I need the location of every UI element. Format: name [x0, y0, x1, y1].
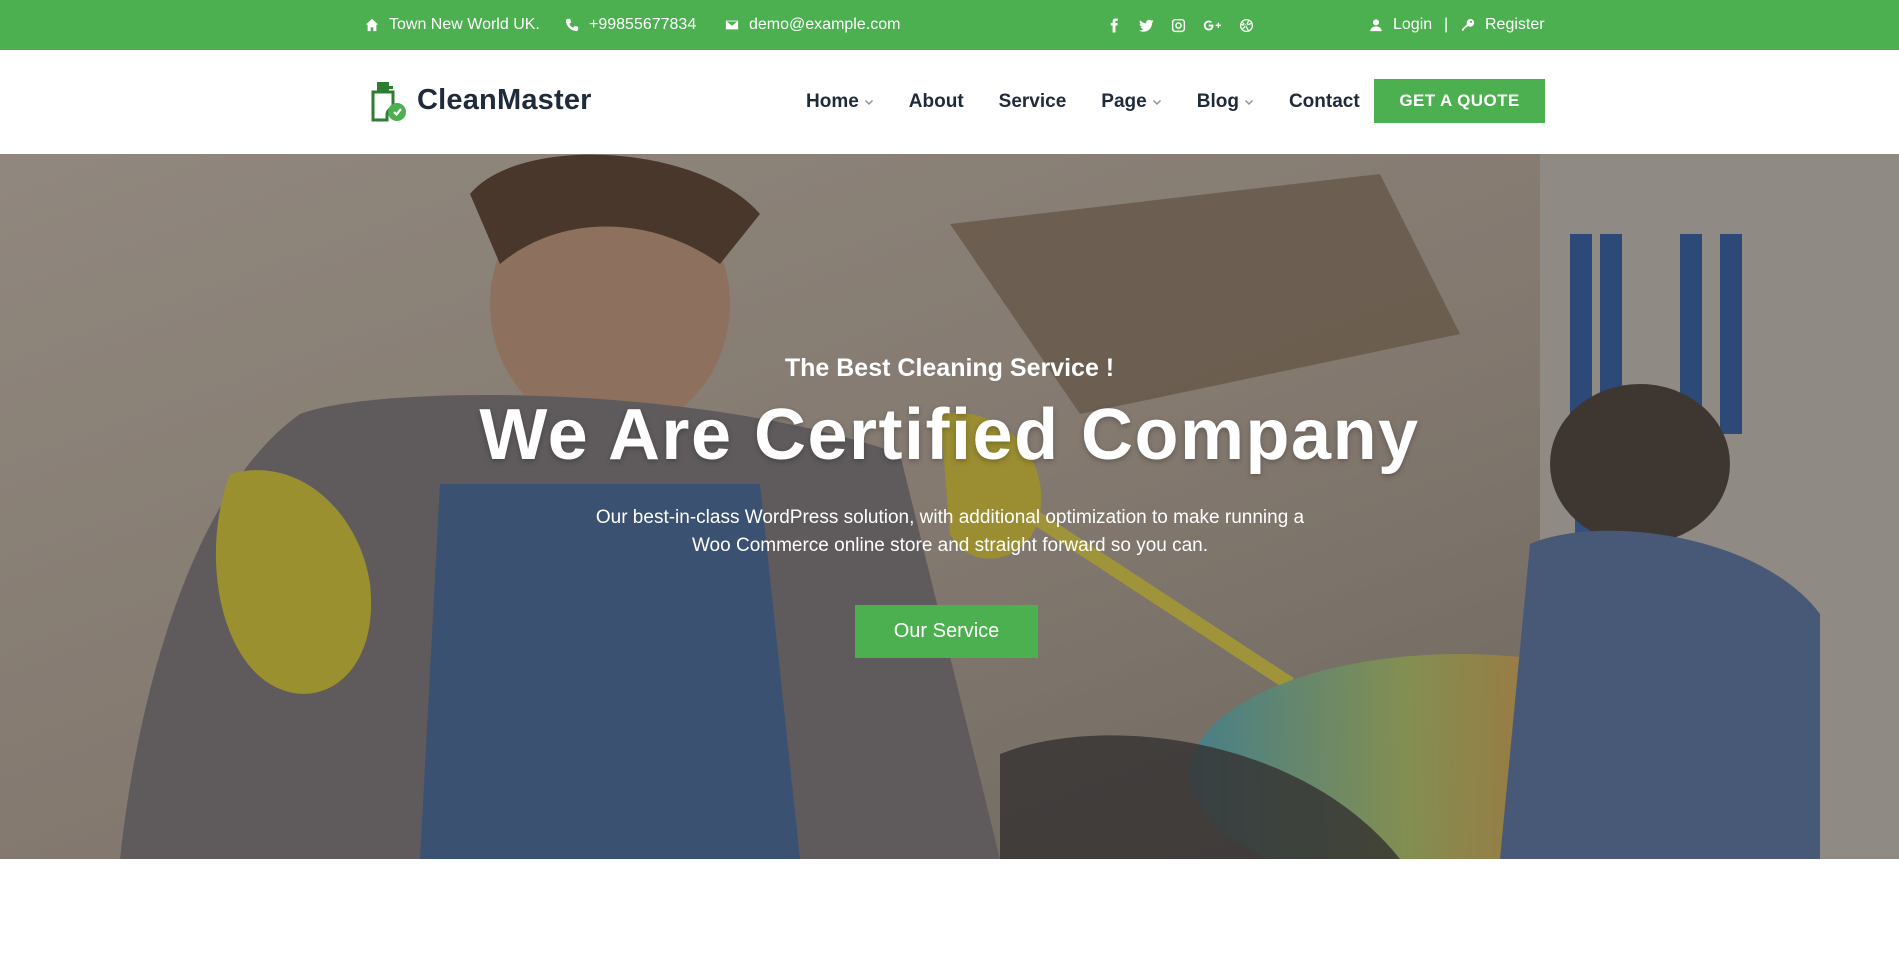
google-plus-icon[interactable]	[1202, 17, 1222, 33]
chevron-down-icon	[1244, 100, 1253, 105]
facebook-icon[interactable]	[1106, 17, 1122, 33]
phone-icon	[565, 18, 579, 32]
nav-page[interactable]: Page	[1101, 91, 1161, 113]
top-bar: Town New World UK. +99855677834 demo@exa…	[0, 0, 1899, 50]
address-info: Town New World UK.	[365, 0, 540, 50]
twitter-icon[interactable]	[1138, 17, 1154, 33]
phone-text[interactable]: +99855677834	[589, 16, 696, 34]
about-section	[0, 859, 1899, 957]
nav-blog-label[interactable]: Blog	[1197, 91, 1239, 113]
address-text: Town New World UK.	[389, 16, 540, 33]
login-register-separator: |	[1444, 16, 1449, 33]
nav-service-label[interactable]: Service	[999, 91, 1067, 113]
nav-blog[interactable]: Blog	[1197, 91, 1254, 113]
logo[interactable]: CleanMaster	[365, 78, 592, 122]
dribbble-icon[interactable]	[1238, 17, 1254, 33]
nav-about-label[interactable]: About	[909, 91, 964, 113]
key-icon	[1461, 18, 1475, 31]
hero-title: We Are Certified Company	[479, 395, 1420, 475]
hero-subtitle: The Best Cleaning Service !	[784, 354, 1115, 382]
hero-section: The Best Cleaning Service ! We Are Certi…	[0, 154, 1899, 859]
get-a-quote-button[interactable]: GET A QUOTE	[1374, 79, 1545, 123]
home-icon	[365, 18, 379, 32]
login-label[interactable]: Login	[1393, 16, 1432, 34]
nav-service[interactable]: Service	[999, 91, 1067, 113]
nav-contact[interactable]: Contact	[1289, 91, 1360, 113]
logo-icon	[371, 82, 406, 122]
hero-content: The Best Cleaning Service ! We Are Certi…	[0, 154, 1899, 859]
nav-home[interactable]: Home	[806, 91, 874, 113]
our-service-button[interactable]: Our Service	[855, 605, 1038, 658]
email-info[interactable]: demo@example.com	[725, 0, 900, 50]
logo-text: CleanMaster	[417, 83, 592, 116]
nav-contact-label[interactable]: Contact	[1289, 91, 1360, 113]
social-links	[1106, 0, 1254, 50]
register-link[interactable]: Register	[1461, 0, 1545, 50]
nav-home-label[interactable]: Home	[806, 91, 859, 113]
hero-description: Our best-in-class WordPress solution, wi…	[595, 507, 1305, 556]
envelope-icon	[725, 20, 739, 30]
login-link[interactable]: Login	[1369, 0, 1432, 50]
main-nav: Home About Service Page Blog Contact	[806, 50, 1395, 154]
email-text[interactable]: demo@example.com	[749, 16, 900, 34]
main-header: CleanMaster Home About Service Page Blog…	[0, 50, 1899, 154]
chevron-down-icon	[1152, 100, 1161, 105]
register-label[interactable]: Register	[1485, 16, 1545, 34]
nav-page-label[interactable]: Page	[1101, 91, 1146, 113]
phone-info[interactable]: +99855677834	[565, 0, 696, 50]
chevron-down-icon	[864, 100, 873, 105]
user-icon	[1370, 19, 1382, 32]
nav-about[interactable]: About	[909, 91, 964, 113]
instagram-icon[interactable]	[1170, 17, 1186, 33]
